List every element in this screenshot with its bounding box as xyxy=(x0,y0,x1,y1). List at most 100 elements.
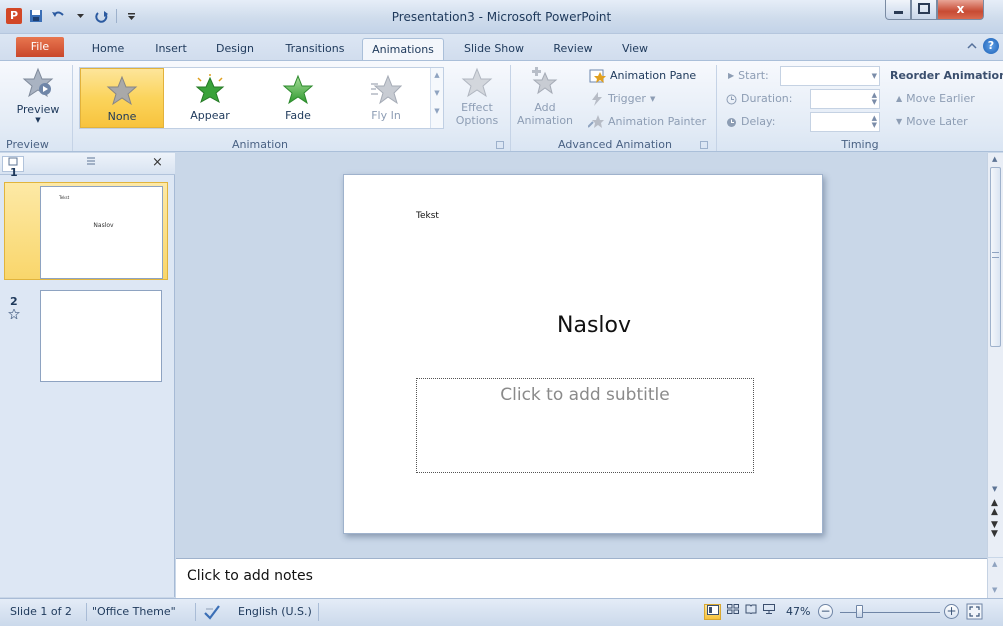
help-icon[interactable]: ? xyxy=(983,38,999,54)
fit-slide-to-window-icon[interactable] xyxy=(966,603,983,620)
subtitle-placeholder[interactable]: Click to add subtitle xyxy=(416,378,754,473)
animation-appear[interactable]: Appear xyxy=(168,68,252,128)
duration-input[interactable]: ▲ ▼ xyxy=(810,89,880,109)
delay-input[interactable]: ▲ ▼ xyxy=(810,112,880,132)
advanced-dialog-launcher-icon xyxy=(700,141,708,149)
add-animation-button[interactable]: Add Animation xyxy=(514,65,576,127)
slide-title[interactable]: Naslov xyxy=(344,313,824,338)
trigger-dropdown-icon: ▼ xyxy=(649,95,656,103)
preview-button[interactable]: Preview ▼ xyxy=(6,65,70,125)
tab-file[interactable]: File xyxy=(16,37,64,57)
tab-design[interactable]: Design xyxy=(209,38,261,60)
gallery-up-icon[interactable]: ▲ xyxy=(431,71,443,79)
notes-placeholder[interactable]: Click to add notes xyxy=(187,568,313,584)
effect-options-label-1: Effect xyxy=(461,101,493,114)
zoom-slider-track[interactable] xyxy=(840,612,940,613)
save-button[interactable] xyxy=(28,8,44,24)
slide-thumbnail-1[interactable]: Tekst Naslov xyxy=(40,186,163,279)
slide-show-view-button[interactable] xyxy=(760,604,777,620)
slide-sorter-view-button[interactable] xyxy=(724,604,741,620)
previous-slide-icon[interactable]: ▲ ▲ xyxy=(991,499,998,517)
start-dropdown[interactable]: ▼ xyxy=(780,66,880,86)
slide-text-box[interactable]: Tekst xyxy=(416,211,439,221)
animation-fly-in-label: Fly In xyxy=(371,109,401,122)
tab-view[interactable]: View xyxy=(614,38,656,60)
effect-options-button[interactable]: Effect Options xyxy=(448,65,506,127)
tab-animations[interactable]: Animations xyxy=(362,38,444,60)
minimize-ribbon-icon[interactable] xyxy=(967,41,977,51)
animation-none[interactable]: None xyxy=(80,68,164,128)
ribbon: Preview ▼ Preview None Appear Fade Fly I… xyxy=(0,60,1003,152)
notes-scroll-up-icon[interactable]: ▲ xyxy=(992,560,997,568)
customize-dropdown-icon xyxy=(127,12,135,20)
undo-button[interactable] xyxy=(50,8,66,24)
language-indicator[interactable]: English (U.S.) xyxy=(238,605,312,618)
trigger-button[interactable]: Trigger ▼ xyxy=(590,89,655,109)
move-earlier-button[interactable]: ▲ Move Earlier xyxy=(896,89,975,109)
tab-slide-show[interactable]: Slide Show xyxy=(456,38,532,60)
tab-transitions[interactable]: Transitions xyxy=(278,38,352,60)
next-slide-icon[interactable]: ▼ ▼ xyxy=(991,521,998,539)
thumb-1-tekst: Tekst xyxy=(59,195,70,200)
gallery-scrollbar[interactable]: ▲ ▼ ▼ xyxy=(430,68,443,128)
gallery-more-icon[interactable]: ▼ xyxy=(431,107,443,115)
zoom-in-icon[interactable]: + xyxy=(944,604,959,619)
scroll-up-icon[interactable]: ▲ xyxy=(992,155,997,163)
effect-options-label-2: Options xyxy=(455,114,499,127)
close-pane-icon[interactable]: × xyxy=(152,155,163,170)
animation-pane-icon xyxy=(589,69,606,83)
animation-painter-button[interactable]: Animation Painter xyxy=(588,112,706,132)
slide-editor[interactable]: Tekst Naslov Click to add subtitle xyxy=(343,174,823,534)
animation-fly-in[interactable]: Fly In xyxy=(344,68,428,128)
group-label-advanced-animation: Advanced Animation xyxy=(558,138,672,151)
preview-dropdown-icon[interactable]: ▼ xyxy=(6,116,70,124)
save-icon xyxy=(30,10,42,22)
tab-review[interactable]: Review xyxy=(546,38,600,60)
gallery-down-icon[interactable]: ▼ xyxy=(431,89,443,97)
notes-scrollbar[interactable]: ▲ ▼ xyxy=(987,558,1003,598)
appear-star-icon xyxy=(195,74,225,104)
duration-spinner-icon[interactable]: ▲ ▼ xyxy=(872,92,877,106)
status-separator xyxy=(86,603,87,621)
slide-thumbnail-2[interactable] xyxy=(40,290,162,382)
move-later-button[interactable]: ▼ Move Later xyxy=(896,112,968,132)
notes-pane[interactable]: Click to add notes xyxy=(176,558,987,598)
scroll-down-icon[interactable]: ▼ xyxy=(992,485,997,493)
reading-view-button[interactable] xyxy=(742,604,759,620)
undo-dropdown-icon[interactable] xyxy=(72,8,88,24)
vertical-scrollbar[interactable]: ▲ ▼ ▲ ▲ ▼ ▼ xyxy=(987,153,1003,557)
maximize-button[interactable] xyxy=(911,0,937,20)
duration-label: Duration: xyxy=(741,92,793,105)
notes-scroll-down-icon[interactable]: ▼ xyxy=(992,586,997,594)
animation-dialog-launcher-icon[interactable] xyxy=(496,141,504,149)
slides-pane: × 1 Tekst Naslov 2 xyxy=(0,153,175,597)
animation-fade[interactable]: Fade xyxy=(256,68,340,128)
animation-pane-label: Animation Pane xyxy=(610,69,697,82)
preview-star-icon xyxy=(22,67,54,98)
animation-painter-icon xyxy=(588,115,604,128)
tab-home[interactable]: Home xyxy=(88,38,128,60)
outline-tab[interactable] xyxy=(80,156,102,172)
zoom-out-icon[interactable]: − xyxy=(818,604,833,619)
duration-clock-icon xyxy=(726,94,737,104)
animation-pane-button[interactable]: Animation Pane xyxy=(588,66,696,86)
redo-button[interactable] xyxy=(94,8,110,24)
delay-label: Delay: xyxy=(741,115,776,128)
quick-access-toolbar xyxy=(28,8,139,24)
zoom-level[interactable]: 47% xyxy=(786,605,810,618)
group-label-timing: Timing xyxy=(841,138,879,151)
outline-tab-icon xyxy=(87,157,95,165)
slide-number-2: 2 xyxy=(10,295,18,308)
zoom-slider-thumb[interactable] xyxy=(856,605,863,618)
scroll-thumb[interactable] xyxy=(990,167,1001,347)
theme-name[interactable]: "Office Theme" xyxy=(92,605,176,618)
minimize-button[interactable] xyxy=(885,0,911,20)
delay-spinner-icon[interactable]: ▲ ▼ xyxy=(872,115,877,129)
animation-painter-label: Animation Painter xyxy=(608,115,707,128)
tab-insert[interactable]: Insert xyxy=(148,38,194,60)
close-window-button[interactable]: x xyxy=(937,0,984,20)
normal-view-button[interactable] xyxy=(704,604,721,620)
spell-check-icon[interactable] xyxy=(203,604,221,620)
customize-qat-button[interactable] xyxy=(123,8,139,24)
reading-view-icon xyxy=(745,604,756,615)
